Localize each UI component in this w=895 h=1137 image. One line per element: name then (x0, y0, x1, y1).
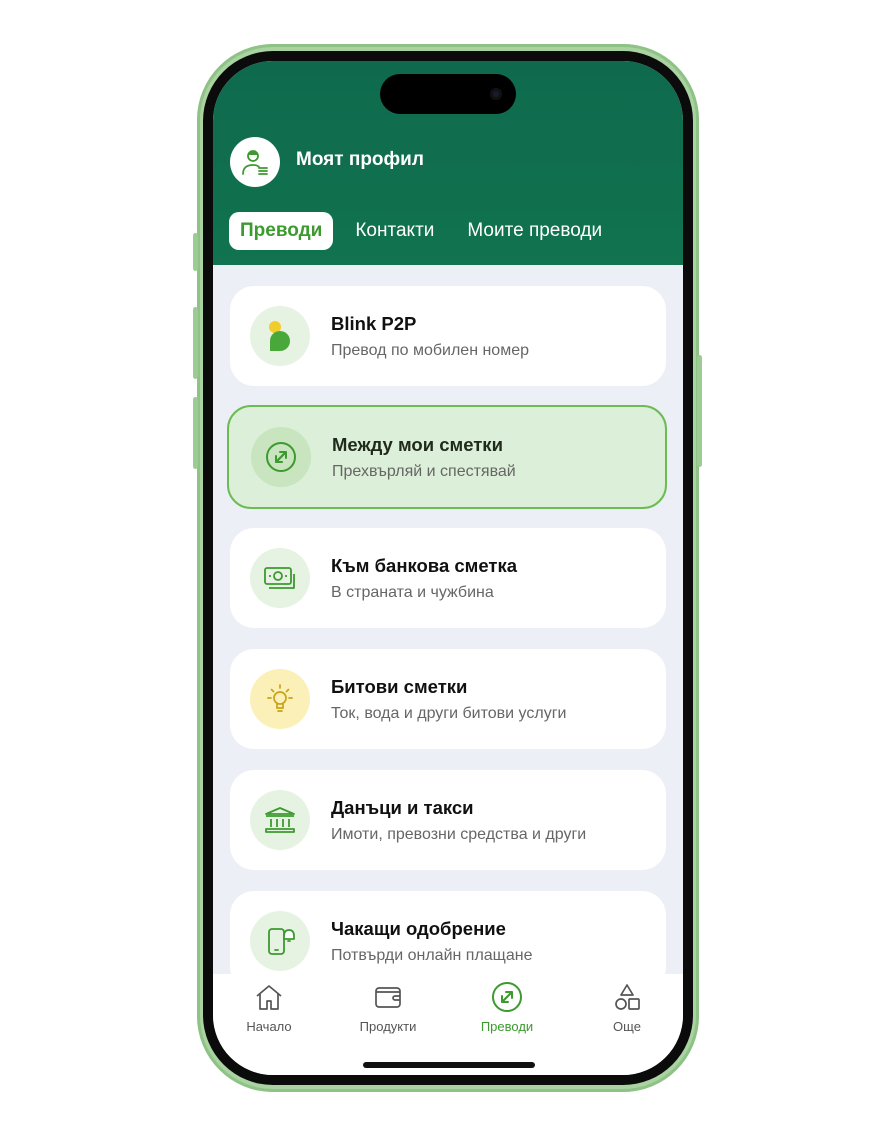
transfer-options-list: Blink P2P Превод по мобилен номер Между … (227, 286, 667, 1012)
card-subtitle: Имоти, превозни средства и други (331, 826, 587, 843)
wallet-icon (343, 980, 433, 1014)
card-title: Битови сметки (331, 676, 468, 697)
phone-bell-icon (250, 911, 310, 971)
app-header: Моят профил Преводи Контакти Моите прево… (213, 61, 683, 265)
card-subtitle: В страната и чужбина (331, 584, 494, 601)
card-to-bank-account[interactable]: Към банкова сметка В страната и чужбина (230, 528, 666, 628)
home-icon (224, 980, 314, 1014)
card-blink-p2p[interactable]: Blink P2P Превод по мобилен номер (230, 286, 666, 386)
transfer-tabs: Преводи Контакти Моите преводи (229, 212, 616, 250)
bank-building-icon (250, 790, 310, 850)
card-subtitle: Потвърди онлайн плащане (331, 947, 533, 964)
card-title: Чакащи одобрение (331, 918, 506, 939)
card-title: Към банкова сметка (331, 555, 517, 576)
volume-down-button (193, 397, 198, 469)
lightbulb-icon (250, 669, 310, 729)
nav-products[interactable]: Продукти (343, 980, 433, 1034)
card-between-my-accounts[interactable]: Между мои сметки Прехвърляй и спестявай (227, 405, 667, 509)
card-title: Между мои сметки (332, 434, 503, 455)
card-subtitle: Ток, вода и други битови услуги (331, 705, 567, 722)
bottom-navigation: Начало Продукти Преводи Още (213, 974, 683, 1075)
banknotes-icon (250, 548, 310, 608)
app-screen: Моят профил Преводи Контакти Моите прево… (213, 61, 683, 1075)
tab-my-transfers[interactable]: Моите преводи (456, 212, 613, 250)
tab-contacts[interactable]: Контакти (344, 212, 445, 250)
nav-more[interactable]: Още (582, 980, 672, 1034)
tab-transfers[interactable]: Преводи (229, 212, 334, 250)
profile-title[interactable]: Моят профил (296, 149, 424, 171)
shapes-icon (582, 980, 672, 1014)
action-button (193, 233, 198, 271)
card-title: Blink P2P (331, 313, 417, 334)
user-profile-icon (242, 150, 268, 175)
front-camera (490, 88, 502, 100)
profile-avatar[interactable] (230, 137, 280, 187)
volume-up-button (193, 307, 198, 379)
nav-transfers[interactable]: Преводи (462, 980, 552, 1034)
transfer-icon (462, 980, 552, 1014)
transfer-arrows-icon (251, 427, 311, 487)
blink-p2p-icon (250, 306, 310, 366)
power-button (697, 355, 702, 467)
dynamic-island (380, 74, 516, 114)
home-indicator (363, 1062, 535, 1068)
nav-label: Продукти (359, 1019, 417, 1034)
card-subtitle: Прехвърляй и спестявай (332, 463, 516, 480)
card-taxes-fees[interactable]: Данъци и такси Имоти, превозни средства … (230, 770, 666, 870)
nav-label: Още (613, 1019, 641, 1034)
nav-label: Начало (246, 1019, 292, 1034)
nav-home[interactable]: Начало (224, 980, 314, 1034)
card-title: Данъци и такси (331, 797, 474, 818)
card-utility-bills[interactable]: Битови сметки Ток, вода и други битови у… (230, 649, 666, 749)
nav-label: Преводи (480, 1019, 534, 1034)
card-subtitle: Превод по мобилен номер (331, 342, 529, 359)
